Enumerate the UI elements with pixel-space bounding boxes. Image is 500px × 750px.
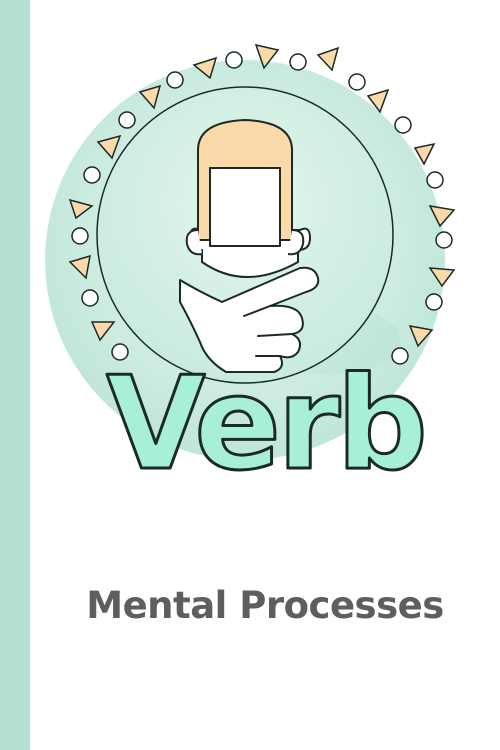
cover-artwork: Verb <box>45 43 456 480</box>
cover-title: Verb <box>106 350 424 480</box>
side-stripe <box>0 0 30 750</box>
cover-subtitle: Mental Processes <box>86 584 444 627</box>
thinking-head-icon <box>185 119 311 278</box>
